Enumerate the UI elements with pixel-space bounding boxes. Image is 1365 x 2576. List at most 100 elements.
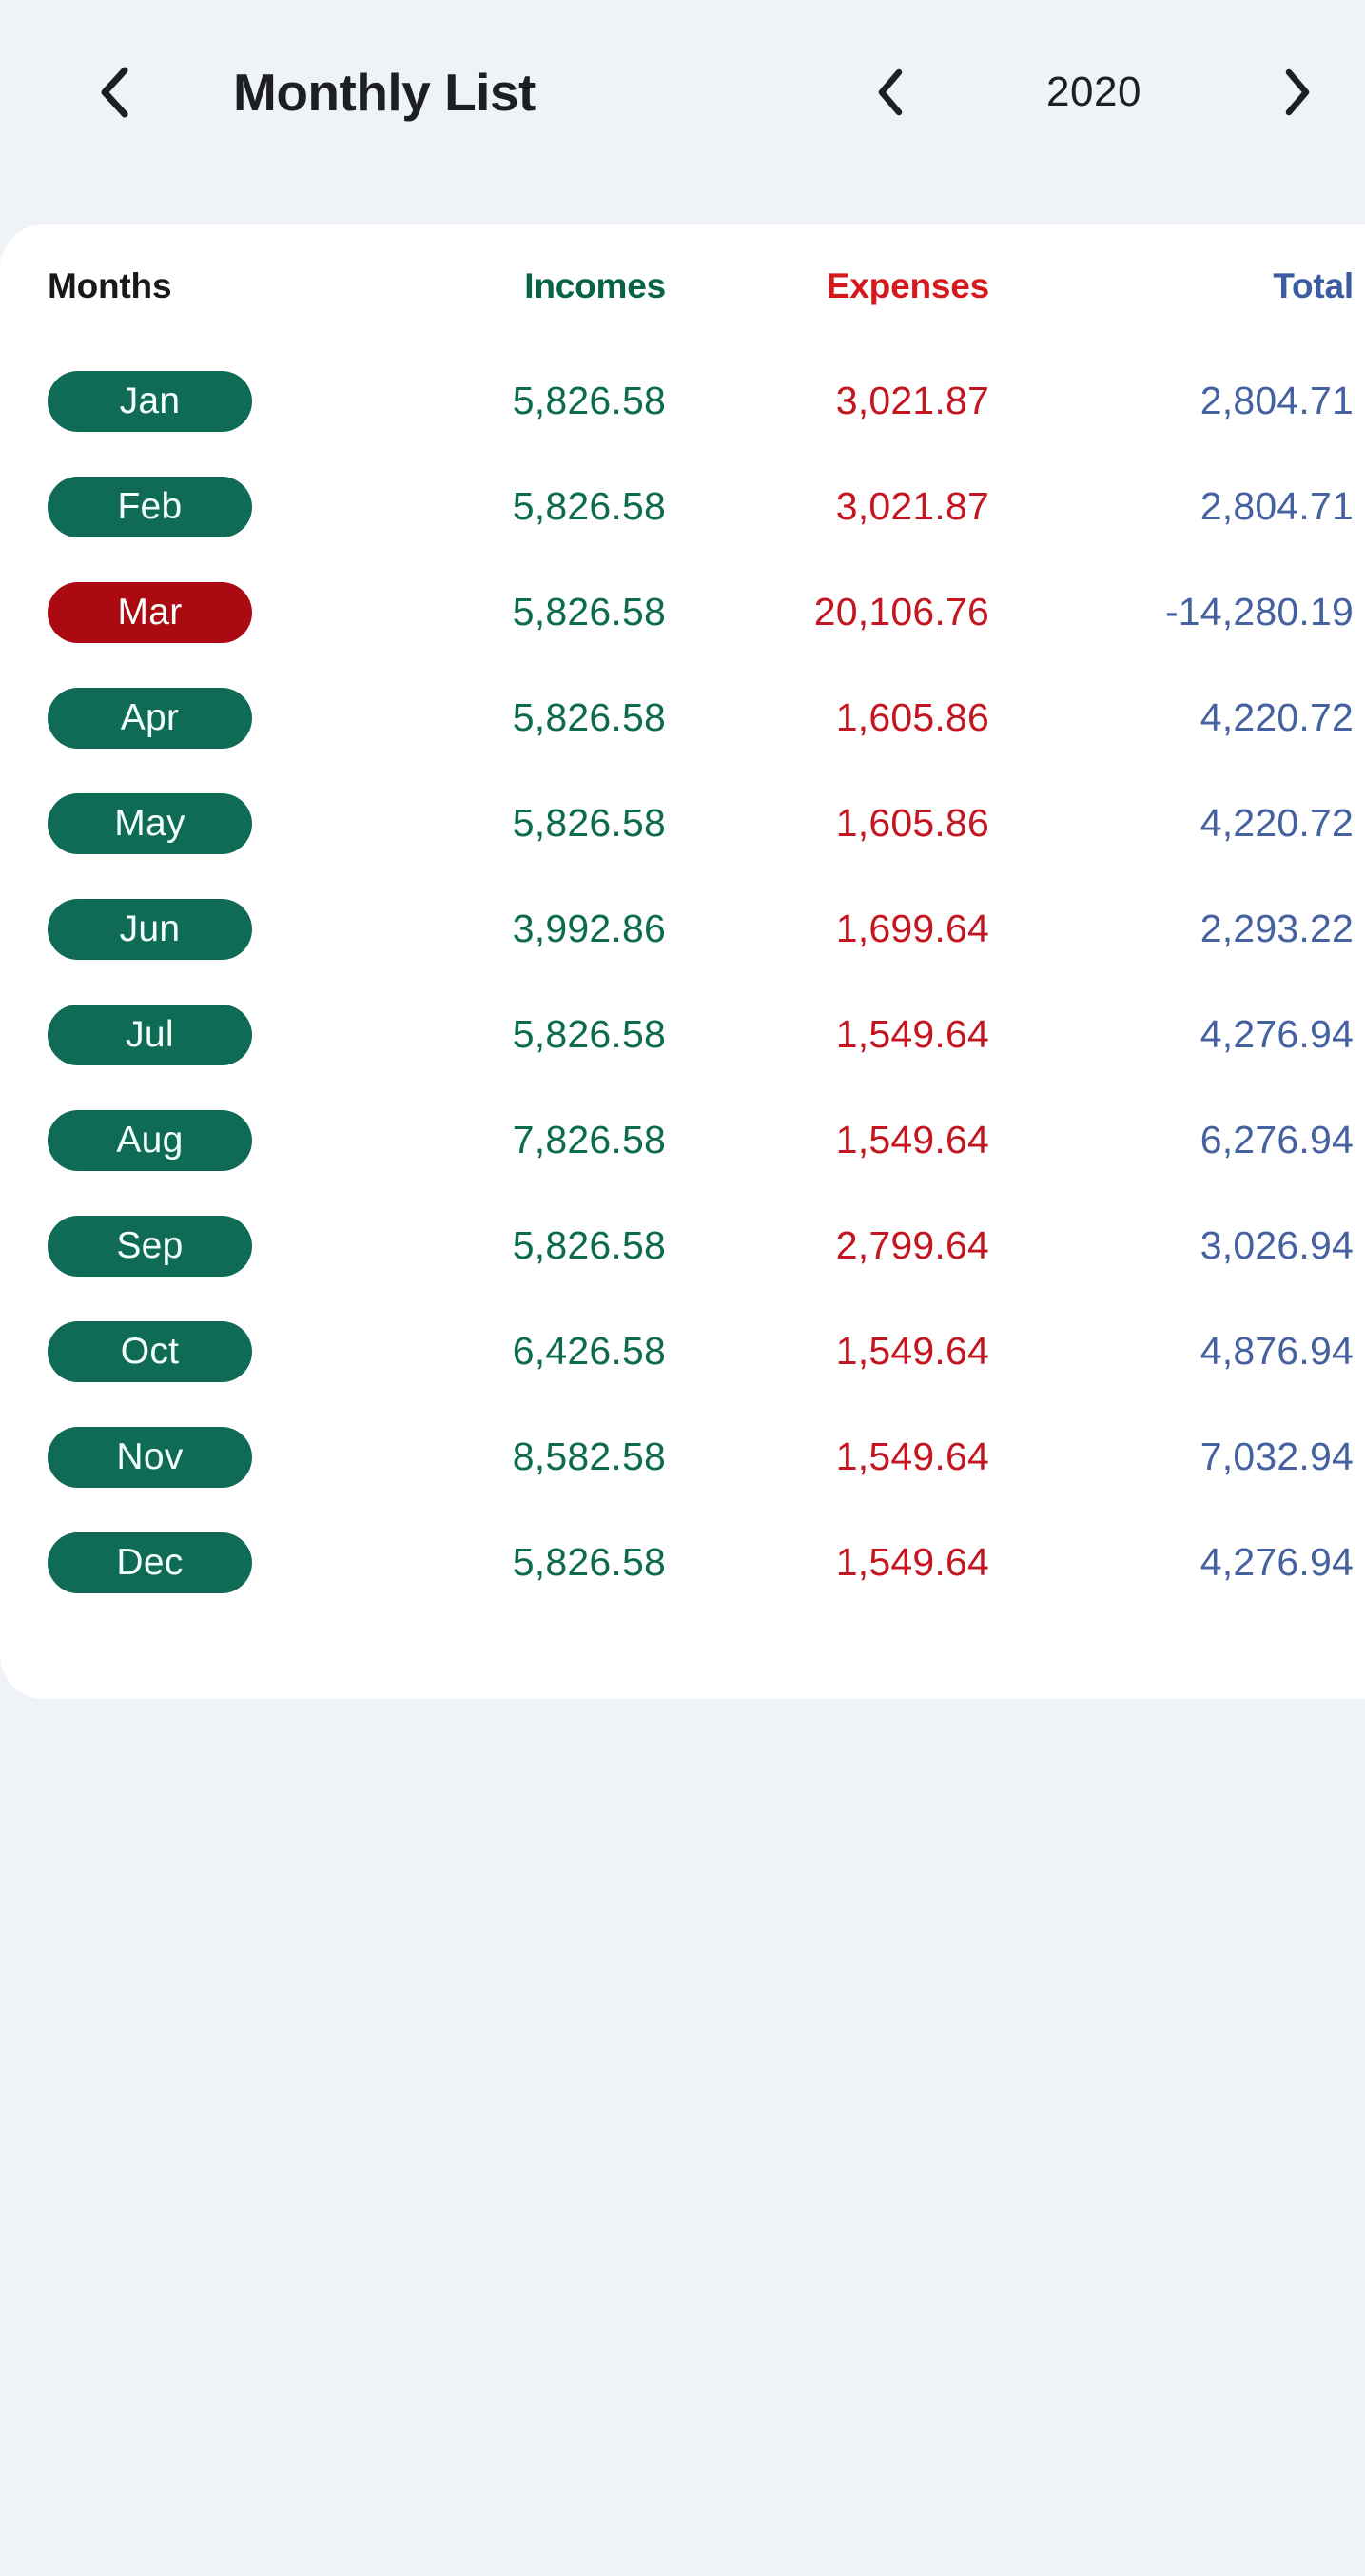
top-bar: Monthly List 2020	[0, 0, 1365, 224]
table-row[interactable]: Jul 5,826.58 1,549.64 4,276.94	[0, 982, 1365, 1087]
cell-income: 5,826.58	[361, 1012, 666, 1057]
cell-expense: 2,799.64	[666, 1223, 989, 1268]
table-row[interactable]: Oct 6,426.58 1,549.64 4,876.94	[0, 1298, 1365, 1404]
table-row[interactable]: Jan 5,826.58 3,021.87 2,804.71	[0, 348, 1365, 454]
month-pill[interactable]: Oct	[48, 1320, 252, 1382]
table-row[interactable]: Nov 8,582.58 1,549.64 7,032.94	[0, 1404, 1365, 1510]
chevron-left-icon	[101, 67, 128, 118]
cell-expense: 1,549.64	[666, 1540, 989, 1585]
month-pill[interactable]: May	[48, 792, 252, 854]
cell-month: Jan	[0, 370, 361, 432]
total-value: 7,032.94	[1199, 1434, 1354, 1478]
table-row[interactable]: Apr 5,826.58 1,605.86 4,220.72	[0, 665, 1365, 771]
monthly-list-card: Months Incomes Expenses Total Jan 5,826.5…	[0, 224, 1365, 1699]
cell-expense: 20,106.76	[666, 590, 989, 634]
cell-month: Apr	[0, 687, 361, 749]
month-pill[interactable]: Feb	[48, 476, 252, 537]
cell-income: 5,826.58	[361, 484, 666, 529]
cell-expense: 1,549.64	[666, 1434, 989, 1479]
cell-total: 4,276.94	[989, 1540, 1365, 1585]
month-pill[interactable]: Aug	[48, 1109, 252, 1171]
month-pill[interactable]: Jun	[48, 898, 252, 960]
expense-value: 1,605.86	[835, 695, 989, 739]
cell-month: Oct	[0, 1320, 361, 1382]
cell-total: 6,276.94	[989, 1118, 1365, 1162]
table-row[interactable]: Sep 5,826.58 2,799.64 3,026.94	[0, 1193, 1365, 1298]
cell-month: Aug	[0, 1109, 361, 1171]
table-row[interactable]: Aug 7,826.58 1,549.64 6,276.94	[0, 1087, 1365, 1193]
total-value: 4,220.72	[1199, 801, 1354, 845]
cell-income: 5,826.58	[361, 379, 666, 423]
total-value: 2,293.22	[1199, 907, 1354, 950]
cell-month: Sep	[0, 1215, 361, 1277]
cell-total: 2,804.71	[989, 379, 1365, 423]
total-value: 6,276.94	[1199, 1118, 1354, 1161]
income-value: 5,826.58	[512, 379, 666, 422]
income-value: 5,826.58	[512, 484, 666, 528]
month-pill[interactable]: Mar	[48, 581, 252, 643]
month-pill[interactable]: Sep	[48, 1215, 252, 1277]
table-row[interactable]: Jun 3,992.86 1,699.64 2,293.22	[0, 876, 1365, 982]
table-header-row: Months Incomes Expenses Total	[0, 224, 1365, 348]
chevron-right-icon	[1285, 68, 1310, 116]
total-value: 4,876.94	[1199, 1329, 1354, 1373]
income-value: 5,826.58	[512, 1223, 666, 1267]
cell-expense: 1,605.86	[666, 801, 989, 846]
table-row[interactable]: Dec 5,826.58 1,549.64 4,276.94	[0, 1510, 1365, 1615]
income-value: 8,582.58	[512, 1434, 666, 1478]
month-pill[interactable]: Dec	[48, 1532, 252, 1593]
income-value: 5,826.58	[512, 590, 666, 634]
expense-value: 1,549.64	[835, 1012, 989, 1056]
month-pill[interactable]: Jan	[48, 370, 252, 432]
column-header-total: Total	[989, 266, 1365, 306]
cell-expense: 1,549.64	[666, 1329, 989, 1374]
cell-total: 2,804.71	[989, 484, 1365, 529]
cell-total: 2,293.22	[989, 907, 1365, 951]
total-value: 4,220.72	[1199, 695, 1354, 739]
income-value: 6,426.58	[512, 1329, 666, 1373]
cell-total: 3,026.94	[989, 1223, 1365, 1268]
cell-expense: 3,021.87	[666, 484, 989, 529]
column-header-incomes-label: Incomes	[524, 266, 666, 305]
next-year-button[interactable]	[1268, 59, 1327, 126]
cell-total: 4,276.94	[989, 1012, 1365, 1057]
cell-income: 5,826.58	[361, 1540, 666, 1585]
expense-value: 20,106.76	[813, 590, 989, 634]
table-body: Jan 5,826.58 3,021.87 2,804.71 Feb 5,826.58 3,…	[0, 348, 1365, 1615]
total-value: 4,276.94	[1199, 1012, 1354, 1056]
month-pill[interactable]: Jul	[48, 1004, 252, 1065]
back-button[interactable]	[86, 59, 143, 126]
cell-total: -14,280.19	[989, 590, 1365, 634]
year-navigator: 2020	[861, 59, 1327, 126]
table-row[interactable]: Feb 5,826.58 3,021.87 2,804.71	[0, 454, 1365, 559]
cell-income: 7,826.58	[361, 1118, 666, 1162]
expense-value: 1,549.64	[835, 1540, 989, 1584]
expense-value: 1,605.86	[835, 801, 989, 845]
total-value: 3,026.94	[1199, 1223, 1354, 1267]
cell-month: Feb	[0, 476, 361, 537]
cell-expense: 3,021.87	[666, 379, 989, 423]
expense-value: 2,799.64	[835, 1223, 989, 1267]
cell-income: 5,826.58	[361, 590, 666, 634]
year-label: 2020	[1046, 68, 1141, 115]
cell-income: 6,426.58	[361, 1329, 666, 1374]
income-value: 7,826.58	[512, 1118, 666, 1161]
cell-income: 5,826.58	[361, 801, 666, 846]
column-header-total-label: Total	[1273, 266, 1354, 305]
cell-total: 4,876.94	[989, 1329, 1365, 1374]
month-pill[interactable]: Apr	[48, 687, 252, 749]
previous-year-button[interactable]	[861, 59, 920, 126]
column-header-expenses-label: Expenses	[826, 266, 989, 305]
expense-value: 3,021.87	[835, 484, 989, 528]
table-row[interactable]: May 5,826.58 1,605.86 4,220.72	[0, 771, 1365, 876]
total-value: 2,804.71	[1199, 484, 1354, 528]
table-row[interactable]: Mar 5,826.58 20,106.76 -14,280.19	[0, 559, 1365, 665]
income-value: 5,826.58	[512, 801, 666, 845]
month-pill[interactable]: Nov	[48, 1426, 252, 1488]
income-value: 5,826.58	[512, 1540, 666, 1584]
cell-month: Jun	[0, 898, 361, 960]
cell-month: May	[0, 792, 361, 854]
cell-month: Dec	[0, 1532, 361, 1593]
column-header-months: Months	[0, 266, 361, 306]
column-header-expenses: Expenses	[666, 266, 989, 306]
